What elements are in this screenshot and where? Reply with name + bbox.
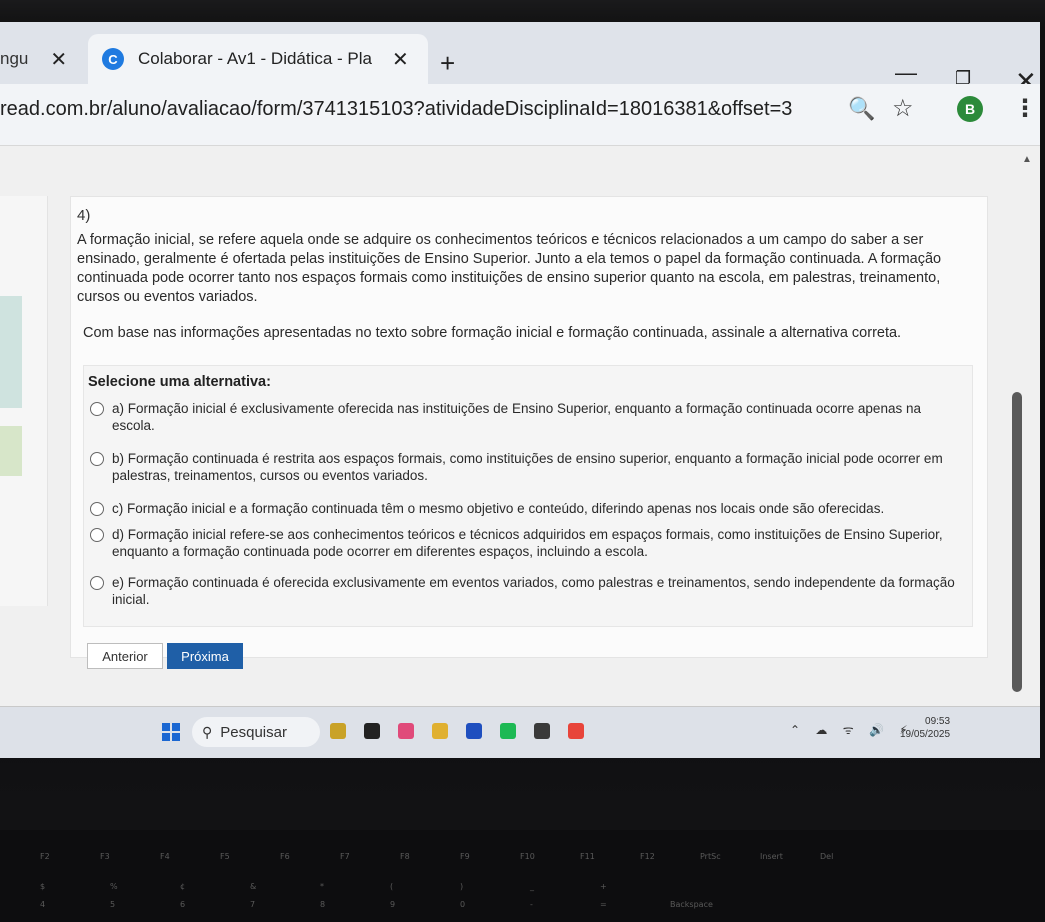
keyboard-key: - (530, 900, 533, 909)
keyboard-key: F3 (100, 852, 110, 861)
keyboard-key: & (250, 882, 257, 891)
keyboard-key: Backspace (670, 900, 713, 909)
option-a[interactable]: a) Formação inicial é exclusivamente ofe… (90, 400, 960, 434)
options-box: Selecione uma alternativa: a) Formação i… (83, 365, 973, 627)
taskbar-app-icon[interactable] (568, 723, 584, 739)
keyboard-key: F12 (640, 852, 655, 861)
tab-title: Colaborar - Av1 - Didática - Pla (138, 49, 373, 68)
option-text: b) Formação continuada é restrita aos es… (112, 451, 943, 483)
keyboard-key: = (600, 900, 607, 909)
keyboard-key: F4 (160, 852, 170, 861)
keyboard-key: F10 (520, 852, 535, 861)
taskbar-app-icon[interactable] (330, 723, 346, 739)
keyboard-key: F11 (580, 852, 595, 861)
clock-time: 09:53 (925, 716, 951, 727)
system-tray-icons[interactable]: ⌃ ☁ ᯤ 🔊 ⚡ (790, 721, 914, 738)
keyboard-key: Insert (760, 852, 783, 861)
keyboard-key: Del (820, 852, 834, 861)
side-tile (0, 296, 22, 408)
browser-window: ngu ✕ C Colaborar - Av1 - Didática - Pla… (0, 22, 1040, 758)
keyboard-key: $ (40, 882, 46, 891)
windows-start-icon[interactable] (162, 723, 180, 741)
option-text: c) Formação inicial e a formação continu… (112, 501, 885, 516)
keyboard-key: F7 (340, 852, 350, 861)
keyboard-key: ¢ (180, 882, 186, 891)
radio-button[interactable] (90, 402, 104, 416)
option-text: a) Formação inicial é exclusivamente ofe… (112, 401, 921, 433)
zoom-icon[interactable]: 🔍 (848, 96, 875, 122)
question-statement: A formação inicial, se refere aquela ond… (77, 232, 942, 305)
address-toolbar: read.com.br/aluno/avaliacao/form/3741315… (0, 84, 1040, 146)
question-prompt: Com base nas informações apresentadas no… (83, 325, 902, 341)
keyboard-key: F5 (220, 852, 230, 861)
profile-avatar[interactable]: B (957, 96, 983, 122)
taskbar-search[interactable]: ⚲ Pesquisar (192, 717, 320, 747)
option-b[interactable]: b) Formação continuada é restrita aos es… (90, 450, 960, 484)
minimize-icon[interactable]: — (895, 60, 917, 86)
close-icon[interactable]: ✕ (392, 47, 409, 72)
keyboard-key: F8 (400, 852, 410, 861)
keyboard-key: 7 (250, 900, 256, 909)
scrollbar-thumb[interactable] (1012, 392, 1022, 692)
keyboard-key: 4 (40, 900, 46, 909)
taskbar-app-icon[interactable] (466, 723, 482, 739)
new-tab-button[interactable]: + (440, 48, 455, 79)
keyboard-key: F6 (280, 852, 290, 861)
radio-button[interactable] (90, 502, 104, 516)
keyboard-key: 8 (320, 900, 326, 909)
keyboard-key: ( (390, 882, 394, 891)
option-text: e) Formação continuada é oferecida exclu… (112, 575, 955, 607)
scroll-up-icon[interactable]: ▲ (1022, 154, 1032, 165)
menu-icon[interactable]: ⋮ (1013, 94, 1037, 123)
keyboard-key: 9 (390, 900, 396, 909)
keyboard-key: % (110, 882, 118, 891)
taskbar-app-icon[interactable] (534, 723, 550, 739)
address-bar[interactable]: read.com.br/aluno/avaliacao/form/3741315… (0, 98, 792, 121)
keyboard-key: F2 (40, 852, 50, 861)
taskbar-clock[interactable]: 09:53 19/05/2025 (900, 715, 950, 741)
radio-button[interactable] (90, 576, 104, 590)
laptop-keyboard: F2 F3 F4 F5 F6 F7 F8 F9 F10 F11 F12 PrtSc Insert Del $… (0, 830, 1045, 922)
select-label: Selecione uma alternativa: (88, 374, 271, 390)
keyboard-key: * (320, 882, 324, 891)
tab-strip: ngu ✕ C Colaborar - Av1 - Didática - Pla… (0, 22, 1040, 96)
tab-active[interactable]: C Colaborar - Av1 - Didática - Pla ✕ (88, 34, 428, 84)
keyboard-key: _ (530, 882, 534, 891)
tab-title: ngu (0, 49, 29, 68)
question-card: 4) A formação inicial, se refere aquela … (70, 196, 988, 669)
previous-button[interactable]: Anterior (87, 643, 163, 669)
keyboard-key: 0 (460, 900, 466, 909)
close-icon[interactable]: ✕ (50, 47, 67, 72)
option-e[interactable]: e) Formação continuada é oferecida exclu… (90, 574, 960, 608)
taskbar-app-icon[interactable] (500, 723, 516, 739)
next-button[interactable]: Próxima (167, 643, 243, 669)
favicon-icon: C (102, 48, 124, 70)
search-icon: ⚲ (202, 723, 213, 740)
radio-button[interactable] (90, 528, 104, 542)
keyboard-key: 6 (180, 900, 186, 909)
taskbar-app-icon[interactable] (432, 723, 448, 739)
option-c[interactable]: c) Formação inicial e a formação continu… (90, 500, 960, 517)
option-text: d) Formação inicial refere-se aos conhec… (112, 527, 943, 559)
question-number: 4) (77, 207, 91, 224)
keyboard-key: ) (460, 882, 464, 891)
option-d[interactable]: d) Formação inicial refere-se aos conhec… (90, 526, 960, 560)
side-tile (0, 426, 22, 476)
keyboard-key: PrtSc (700, 852, 721, 861)
keyboard-key: 5 (110, 900, 116, 909)
keyboard-key: F9 (460, 852, 470, 861)
clock-date: 19/05/2025 (900, 729, 951, 740)
bookmark-star-icon[interactable]: ☆ (892, 94, 914, 123)
taskbar: ⚲ Pesquisar ⌃ ☁ ᯤ 🔊 ⚡ 09:53 19/05/2025 (0, 706, 1040, 758)
page-content: 4) A formação inicial, se refere aquela … (0, 146, 1040, 717)
taskbar-app-icon[interactable] (398, 723, 414, 739)
radio-button[interactable] (90, 452, 104, 466)
tab-previous[interactable]: ngu ✕ (0, 34, 80, 84)
keyboard-key: + (600, 882, 607, 891)
taskbar-app-icon[interactable] (364, 723, 380, 739)
search-placeholder: Pesquisar (220, 723, 287, 741)
